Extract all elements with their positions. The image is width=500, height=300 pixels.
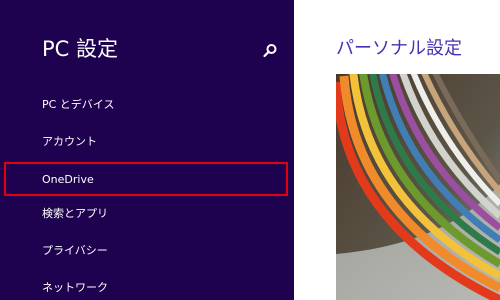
section-title: パーソナル設定: [336, 38, 462, 59]
sidebar-item-label: OneDrive: [42, 173, 94, 186]
sidebar-item-search-and-apps[interactable]: 検索とアプリ: [0, 196, 294, 232]
search-icon[interactable]: [262, 43, 278, 59]
sidebar-item-label: 検索とアプリ: [42, 207, 108, 220]
sidebar-item-network[interactable]: ネットワーク: [0, 270, 294, 300]
sidebar-item-onedrive[interactable]: OneDrive: [0, 162, 294, 198]
sidebar-item-pc-and-devices[interactable]: PC とデバイス: [0, 87, 294, 123]
sidebar-item-label: プライバシー: [42, 244, 108, 257]
sidebar-item-accounts[interactable]: アカウント: [0, 124, 294, 160]
sidebar-item-label: アカウント: [42, 135, 97, 148]
main-content: パーソナル設定: [294, 0, 500, 300]
lock-screen-preview-image[interactable]: [336, 74, 500, 300]
sidebar-item-label: ネットワーク: [42, 281, 108, 294]
settings-sidebar: PC 設定 PC とデバイス アカウント OneDrive 検索とアプリ プライ…: [0, 0, 294, 300]
sidebar-item-label: PC とデバイス: [42, 98, 115, 111]
sidebar-item-privacy[interactable]: プライバシー: [0, 233, 294, 269]
page-title: PC 設定: [42, 37, 119, 61]
